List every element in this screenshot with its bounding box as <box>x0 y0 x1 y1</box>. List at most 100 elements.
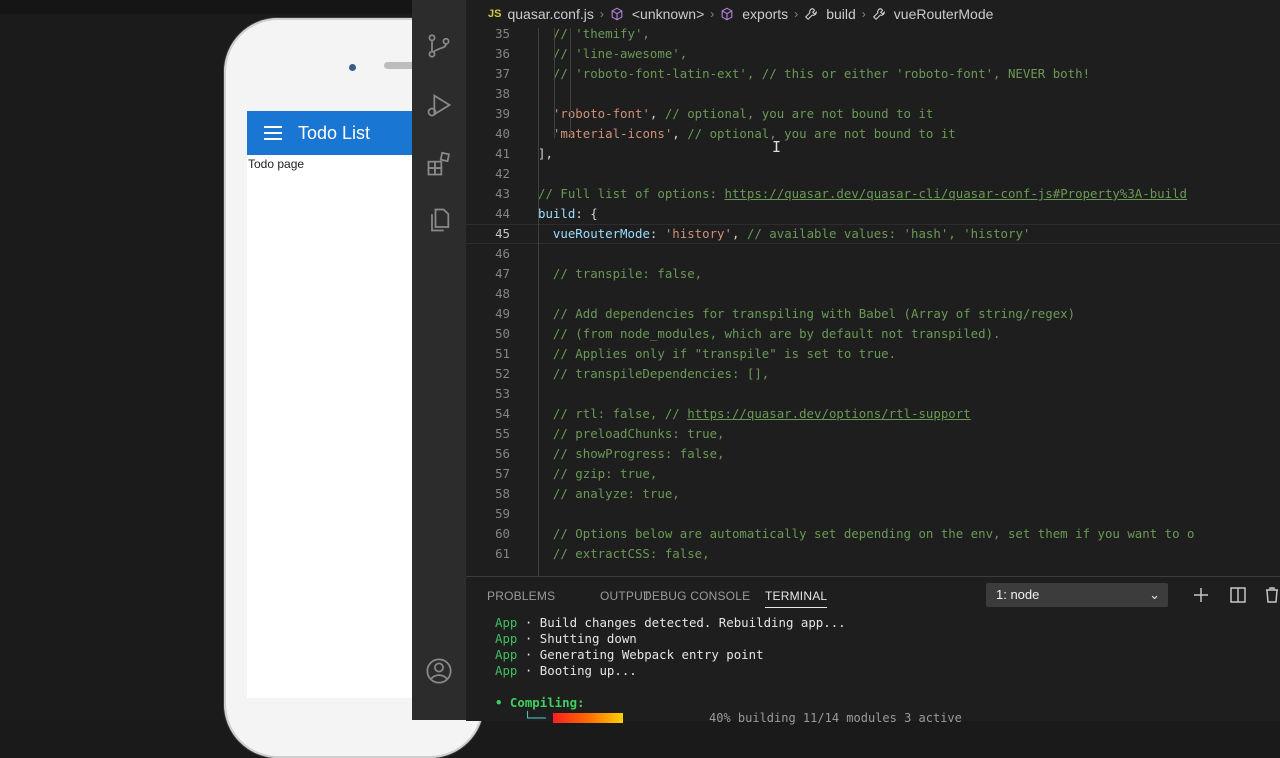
line-number: 55 <box>495 426 510 441</box>
code-line[interactable]: 41], <box>466 144 1280 164</box>
line-number: 41 <box>495 146 510 161</box>
line-content: // (from node_modules, which are by defa… <box>538 324 1001 344</box>
explorer-icon[interactable] <box>425 206 453 234</box>
chevron-right-icon: › <box>710 7 715 21</box>
code-token: // gzip: true, <box>538 466 658 481</box>
code-line[interactable]: 45 vueRouterMode: 'history', // availabl… <box>466 224 1280 244</box>
chevron-right-icon: › <box>794 7 799 21</box>
code-token: // Add dependencies for transpiling with… <box>538 306 1076 321</box>
code-line[interactable]: 43 // Full list of options: https://quasa… <box>466 184 1280 204</box>
breadcrumb-file[interactable]: quasar.conf.js <box>507 6 593 22</box>
js-file-icon: JS <box>488 8 502 20</box>
line-number: 54 <box>495 406 510 421</box>
code-line[interactable]: 49 // Add dependencies for transpiling w… <box>466 304 1280 324</box>
line-number: 51 <box>495 346 510 361</box>
symbol-object-icon <box>721 7 733 21</box>
code-line[interactable]: 37 // 'roboto-font-latin-ext', // this o… <box>466 64 1280 84</box>
code-token: // showProgress: false, <box>538 446 725 461</box>
terminal-select[interactable]: 1: node ⌄ <box>986 583 1168 607</box>
breadcrumb-unknown[interactable]: <unknown> <box>632 6 704 22</box>
chevron-right-icon: › <box>599 7 604 21</box>
kill-terminal-icon[interactable] <box>1262 585 1280 605</box>
line-content: // 'roboto-font-latin-ext', // this or e… <box>538 64 1090 84</box>
line-number: 44 <box>495 206 510 221</box>
code-link[interactable]: https://quasar.dev/options/rtl-support <box>687 406 970 421</box>
tab-problems[interactable]: PROBLEMS <box>487 589 555 603</box>
code-line[interactable]: 60 // Options below are automatically se… <box>466 524 1280 544</box>
split-terminal-icon[interactable] <box>1228 585 1248 605</box>
code-line[interactable]: 54 // rtl: false, // https://quasar.dev/… <box>466 404 1280 424</box>
hamburger-menu-icon[interactable] <box>264 126 282 140</box>
code-token: // Applies only if "transpile" is set to… <box>538 346 897 361</box>
code-token: // preloadChunks: true, <box>538 426 725 441</box>
building-status: 40% building 11/14 modules 3 active <box>709 711 962 725</box>
line-number: 52 <box>495 366 510 381</box>
code-line[interactable]: 48 <box>466 284 1280 304</box>
code-line[interactable]: 42 <box>466 164 1280 184</box>
code-token: , <box>672 126 688 141</box>
code-line[interactable]: 53 <box>466 384 1280 404</box>
code-line[interactable]: 36 // 'line-awesome', <box>466 44 1280 64</box>
code-lines[interactable]: 35 // 'themify', 36 // 'line-awesome', 37 … <box>466 24 1280 564</box>
code-token: , <box>731 226 747 241</box>
line-number: 38 <box>495 86 510 101</box>
code-line[interactable]: 38 <box>466 84 1280 104</box>
code-token: vueRouterMode <box>552 226 650 241</box>
panel-tabs: PROBLEMS OUTPUT DEBUG CONSOLE TERMINAL 1… <box>466 577 1280 613</box>
line-number: 37 <box>495 66 510 81</box>
code-link[interactable]: https://quasar.dev/quasar-cli/quasar-con… <box>725 186 1188 201</box>
line-content: // transpileDependencies: [], <box>538 364 769 384</box>
code-token: : { <box>575 206 598 221</box>
symbol-property-icon <box>872 8 885 21</box>
code-token: // transpileDependencies: [], <box>538 366 770 381</box>
preview-topbar <box>0 0 412 14</box>
tab-debug-console[interactable]: DEBUG CONSOLE <box>643 589 750 603</box>
breadcrumb-vuerouter[interactable]: vueRouterMode <box>894 6 994 22</box>
line-content: // preloadChunks: true, <box>538 424 725 444</box>
code-line[interactable]: 35 // 'themify', <box>466 24 1280 44</box>
code-line[interactable]: 61 // extractCSS: false, <box>466 544 1280 564</box>
breadcrumb-build[interactable]: build <box>826 6 856 22</box>
code-line[interactable]: 39 'roboto-font', // optional, you are n… <box>466 104 1280 124</box>
code-line[interactable]: 56 // showProgress: false, <box>466 444 1280 464</box>
code-line[interactable]: 51 // Applies only if "transpile" is set… <box>466 344 1280 364</box>
source-control-icon[interactable] <box>425 32 453 60</box>
terminal-line: App · Build changes detected. Rebuilding… <box>495 615 846 630</box>
code-line[interactable]: 55 // preloadChunks: true, <box>466 424 1280 444</box>
line-content: // Options below are automatically set d… <box>538 524 1195 544</box>
code-line[interactable]: 52 // transpileDependencies: [], <box>466 364 1280 384</box>
indent-guide <box>570 28 571 138</box>
breadcrumb-exports[interactable]: exports <box>742 6 788 22</box>
line-content: 'material-icons', // optional, you are n… <box>538 124 956 144</box>
code-line[interactable]: 44 build: { <box>466 204 1280 224</box>
indent-guide <box>538 28 539 576</box>
code-token: build <box>538 206 576 221</box>
code-token: 'roboto-font' <box>552 106 650 121</box>
code-line[interactable]: 58 // analyze: true, <box>466 484 1280 504</box>
account-icon[interactable] <box>425 657 453 685</box>
text-cursor-icon: I <box>772 138 782 156</box>
terminal-output[interactable]: App · Build changes detected. Rebuilding… <box>495 615 846 711</box>
line-content: // gzip: true, <box>538 464 657 484</box>
line-number: 60 <box>495 526 510 541</box>
add-terminal-icon[interactable] <box>1191 585 1211 605</box>
code-token: // analyze: true, <box>538 486 680 501</box>
line-content: // showProgress: false, <box>538 444 725 464</box>
line-number: 45 <box>495 226 510 241</box>
code-line[interactable]: 40 'material-icons', // optional, you ar… <box>466 124 1280 144</box>
code-line[interactable]: 47 // transpile: false, <box>466 264 1280 284</box>
code-line[interactable]: 50 // (from node_modules, which are by d… <box>466 324 1280 344</box>
symbol-object-icon <box>611 7 623 21</box>
run-debug-icon[interactable] <box>425 91 453 119</box>
line-content: // extractCSS: false, <box>538 544 710 564</box>
extensions-icon[interactable] <box>425 150 453 178</box>
line-number: 35 <box>495 26 510 41</box>
chevron-right-icon: › <box>861 7 866 21</box>
code-line[interactable]: 59 <box>466 504 1280 524</box>
code-editor[interactable]: JS quasar.conf.js › <unknown> › exports … <box>466 0 1280 576</box>
tab-terminal[interactable]: TERMINAL <box>765 589 828 608</box>
activity-bar <box>412 0 466 720</box>
code-token: : <box>649 226 665 241</box>
code-line[interactable]: 46 <box>466 244 1280 264</box>
code-line[interactable]: 57 // gzip: true, <box>466 464 1280 484</box>
